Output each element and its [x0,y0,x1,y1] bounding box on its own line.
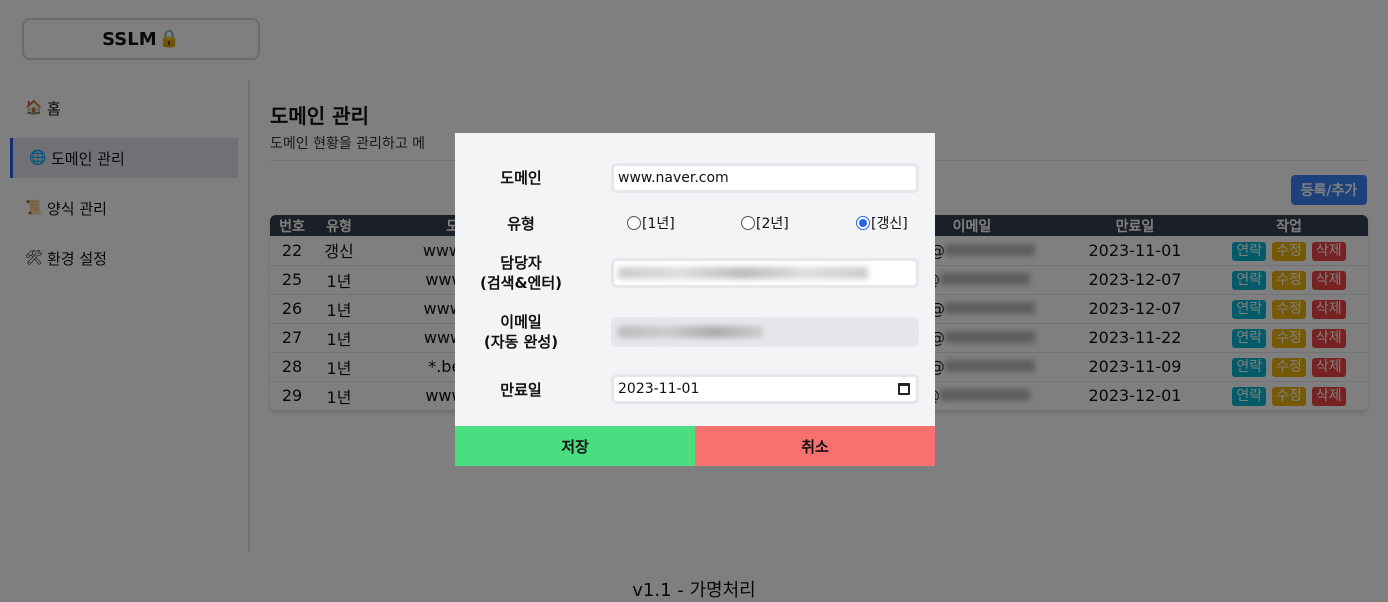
email-label-line1: 이메일 [500,313,542,331]
email-label: 이메일 (자동 완성) [455,312,587,352]
redacted-text [618,326,763,338]
radio-button[interactable] [741,216,755,230]
email-label-line2: (자동 완성) [483,333,559,351]
email-field [611,317,919,347]
expiry-label: 만료일 [500,381,542,399]
radio-label: [1년] [642,216,675,232]
domain-input[interactable]: www.naver.com [614,166,916,190]
manager-label-line2: (검색&엔터) [480,274,562,292]
calendar-icon[interactable] [898,383,910,395]
manager-label-line1: 담당자 [500,254,542,272]
manager-label: 담당자 (검색&엔터) [455,253,587,293]
manager-field[interactable] [611,258,919,288]
radio-button-checked[interactable] [856,216,870,230]
radio-renew[interactable]: [갱신] [856,213,908,233]
expiry-field[interactable]: 2023-11-01 [611,374,919,404]
save-button[interactable]: 저장 [455,426,695,466]
domain-edit-modal: 도메인 www.naver.com 유형 [1년] [2년] [갱신] 담당자 … [455,133,935,466]
manager-input[interactable] [614,261,916,285]
domain-label: 도메인 [500,169,542,187]
type-label: 유형 [507,215,535,233]
redacted-text [618,267,868,279]
expiry-date-value: 2023-11-01 [618,381,700,397]
radio-button[interactable] [627,216,641,230]
cancel-button[interactable]: 취소 [695,426,935,466]
radio-2year[interactable]: [2년] [741,213,789,233]
radio-label: [2년] [756,216,789,232]
domain-field[interactable]: www.naver.com [611,163,919,193]
expiry-date-input[interactable]: 2023-11-01 [614,377,916,401]
radio-1year[interactable]: [1년] [627,213,675,233]
radio-label: [갱신] [871,216,908,232]
email-input [614,320,916,344]
